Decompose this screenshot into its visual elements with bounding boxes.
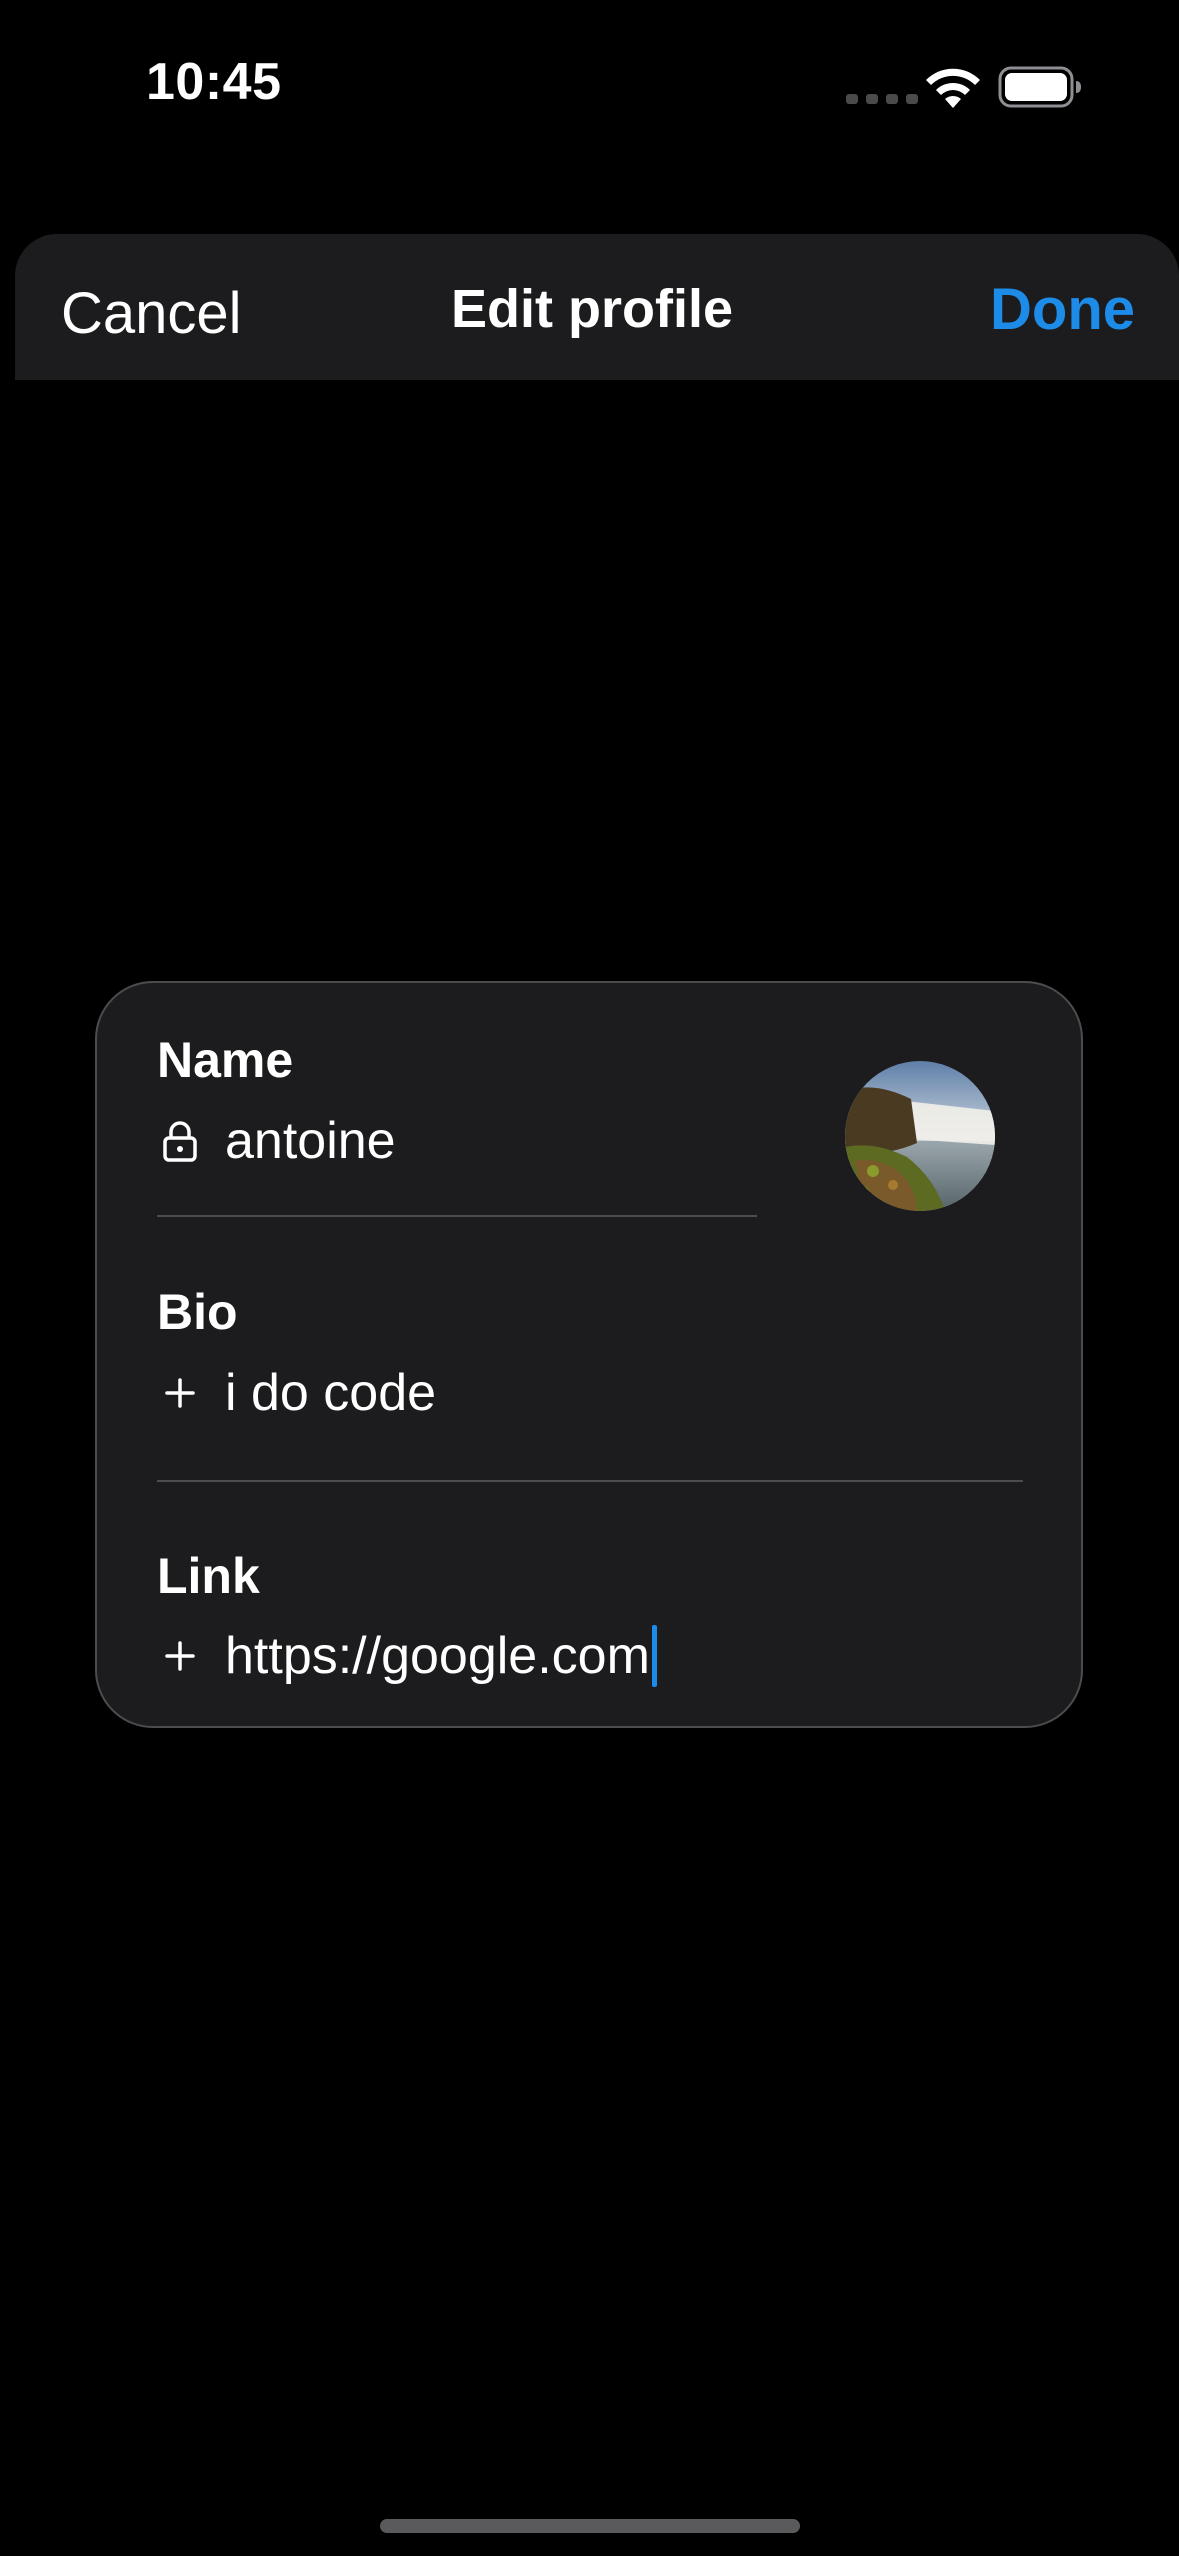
avatar[interactable] <box>845 1061 995 1211</box>
profile-card: Name antoine Bio i do code Link https://… <box>95 981 1083 1728</box>
done-button[interactable]: Done <box>990 276 1135 343</box>
name-field[interactable]: antoine <box>157 1111 396 1171</box>
name-label: Name <box>157 1032 294 1088</box>
link-label: Link <box>157 1548 260 1604</box>
battery-icon <box>998 66 1081 108</box>
plus-icon <box>157 1370 203 1416</box>
name-value: antoine <box>225 1112 396 1170</box>
wifi-icon <box>926 68 980 108</box>
navigation-bar: Cancel Edit profile Done <box>15 234 1179 380</box>
bio-field[interactable]: i do code <box>157 1363 436 1423</box>
name-divider <box>157 1215 757 1217</box>
home-indicator[interactable] <box>380 2519 800 2533</box>
link-value: https://google.com <box>225 1627 650 1685</box>
bio-label: Bio <box>157 1284 238 1340</box>
cellular-signal-icon <box>846 94 918 104</box>
plus-icon <box>157 1633 203 1679</box>
text-cursor <box>651 1625 657 1687</box>
lock-icon <box>157 1118 203 1164</box>
bio-value: i do code <box>225 1364 437 1422</box>
status-time: 10:45 <box>146 53 282 111</box>
link-field[interactable]: https://google.com <box>157 1625 657 1687</box>
bio-divider <box>157 1480 1023 1482</box>
